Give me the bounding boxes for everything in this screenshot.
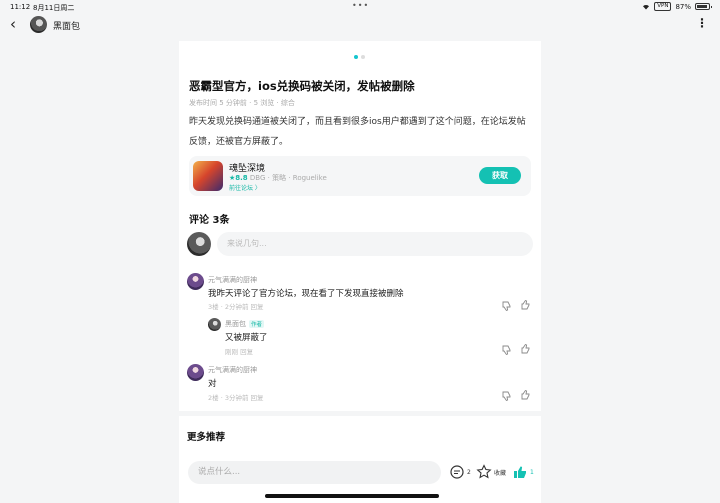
game-icon <box>193 161 223 191</box>
author-badge: 作者 <box>249 320 265 328</box>
comment-meta[interactable]: 3楼 · 2分钟前 回复 <box>208 301 264 311</box>
my-avatar <box>187 232 211 256</box>
like-count: 1 <box>530 468 534 476</box>
comment-count: 2 <box>467 468 471 476</box>
nav-username[interactable]: 黑面包 <box>53 19 80 32</box>
status-icons: VPN 87% <box>642 2 712 11</box>
comment-text: 对 <box>208 379 217 389</box>
bottom-action-bar: 说点什么... 2 收藏 1 <box>179 455 541 491</box>
comment-text: 我昨天评论了官方论坛，现在看了下发现直接被删除 <box>208 289 404 299</box>
game-tags: DBG · 策略 · Roguelike <box>249 174 327 182</box>
status-time: 11:12 <box>10 3 31 11</box>
like-icon[interactable] <box>520 343 532 355</box>
reply-meta[interactable]: 刚刚 回复 <box>225 346 253 356</box>
favorite-button[interactable]: 收藏 <box>476 464 506 480</box>
game-score: ★8.8 <box>229 174 248 182</box>
section-divider <box>179 411 541 416</box>
post-title: 恶霸型官方，ios兑换码被关闭，发帖被删除 <box>189 79 415 93</box>
status-bar: 11:12 8月11日周二 ••• VPN 87% <box>0 0 720 14</box>
reply-text: 又被屏蔽了 <box>225 333 268 343</box>
pager-dot-active <box>354 55 358 59</box>
dislike-icon[interactable] <box>501 344 513 356</box>
say-something-input[interactable]: 说点什么... <box>188 461 441 484</box>
star-icon <box>476 464 492 479</box>
dislike-icon[interactable] <box>501 390 513 402</box>
commenter-avatar[interactable] <box>187 364 204 381</box>
thumbs-up-icon <box>514 466 526 478</box>
multitask-dots-icon[interactable]: ••• <box>352 1 369 10</box>
status-date: 8月11日周二 <box>33 4 75 12</box>
post-meta: 发布时间 5 分钟前 · 5 浏览 · 综合 <box>189 99 295 107</box>
like-icon[interactable] <box>520 389 532 401</box>
game-forum-link[interactable]: 前往论坛 〉 <box>229 183 261 192</box>
comments-title: 评论 3条 <box>189 215 230 226</box>
game-card[interactable]: 魂坠深境 ★8.8 DBG · 策略 · Roguelike 前往论坛 〉 获取 <box>189 156 531 196</box>
comment-input[interactable]: 来说几句... <box>217 232 533 256</box>
get-button[interactable]: 获取 <box>479 167 521 184</box>
reply-avatar[interactable] <box>208 318 221 331</box>
like-button[interactable]: 1 <box>512 464 534 480</box>
reply-user[interactable]: 黑面包 作者 <box>225 319 265 329</box>
battery-percent: 87% <box>675 2 691 11</box>
like-icon[interactable] <box>520 299 532 311</box>
chevron-left-icon[interactable]: ‹ <box>10 16 16 32</box>
reply-username: 黑面包 <box>225 320 246 328</box>
dislike-icon[interactable] <box>501 300 513 312</box>
avatar[interactable] <box>30 16 47 33</box>
post-body: 昨天发现兑换码通道被关闭了，而且看到很多ios用户都遇到了这个问题，在论坛发帖反… <box>189 117 526 147</box>
nav-bar: ‹ 黑面包 ⋮ <box>0 14 720 36</box>
post-card: 恶霸型官方，ios兑换码被关闭，发帖被删除 发布时间 5 分钟前 · 5 浏览 … <box>179 41 541 503</box>
wifi-icon <box>643 5 650 10</box>
vpn-badge: VPN <box>654 2 672 11</box>
image-pager <box>354 55 365 59</box>
comment-button[interactable]: 2 <box>449 464 471 480</box>
commenter-avatar[interactable] <box>187 273 204 290</box>
comment-user[interactable]: 元气满满的厨神 <box>208 365 257 375</box>
game-info: ★8.8 DBG · 策略 · Roguelike <box>229 173 327 183</box>
home-indicator[interactable] <box>265 494 439 498</box>
comment-user[interactable]: 元气满满的厨神 <box>208 275 257 285</box>
comment-meta[interactable]: 2楼 · 3分钟前 回复 <box>208 392 264 402</box>
favorite-label: 收藏 <box>494 469 507 477</box>
comment-icon <box>450 465 464 479</box>
pager-dot <box>361 55 365 59</box>
more-vertical-icon[interactable]: ⋮ <box>696 16 708 30</box>
more-recommendations-title: 更多推荐 <box>187 432 226 443</box>
battery-icon <box>695 3 712 10</box>
